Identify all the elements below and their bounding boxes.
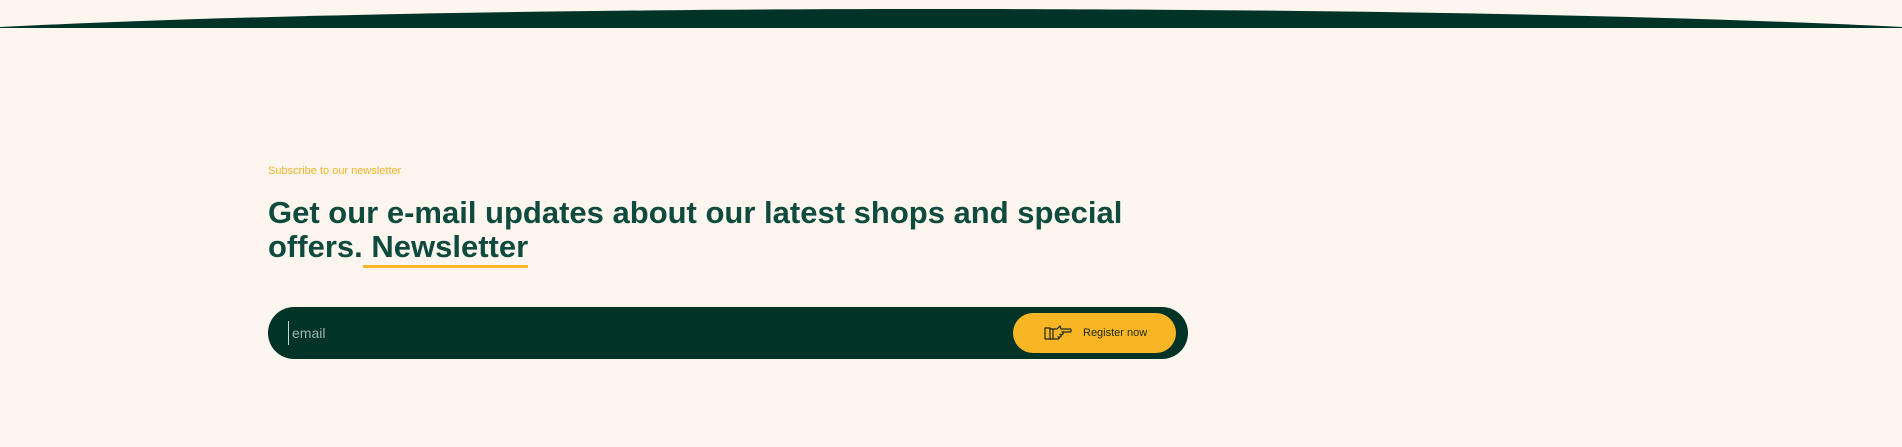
pointing-hand-icon xyxy=(1044,325,1072,340)
email-input[interactable] xyxy=(288,321,952,345)
newsletter-headline: Get our e-mail updates about our latest … xyxy=(268,196,1128,268)
newsletter-form: Register now xyxy=(268,307,1188,359)
register-now-label: Register now xyxy=(1083,327,1148,339)
newsletter-section: Subscribe to our newsletter Get our e-ma… xyxy=(268,164,1188,268)
top-wave-divider xyxy=(0,9,1902,28)
newsletter-eyebrow: Subscribe to our newsletter xyxy=(268,165,402,177)
register-now-button[interactable]: Register now xyxy=(1013,313,1176,353)
headline-accent-newsletter: Newsletter xyxy=(362,229,529,268)
